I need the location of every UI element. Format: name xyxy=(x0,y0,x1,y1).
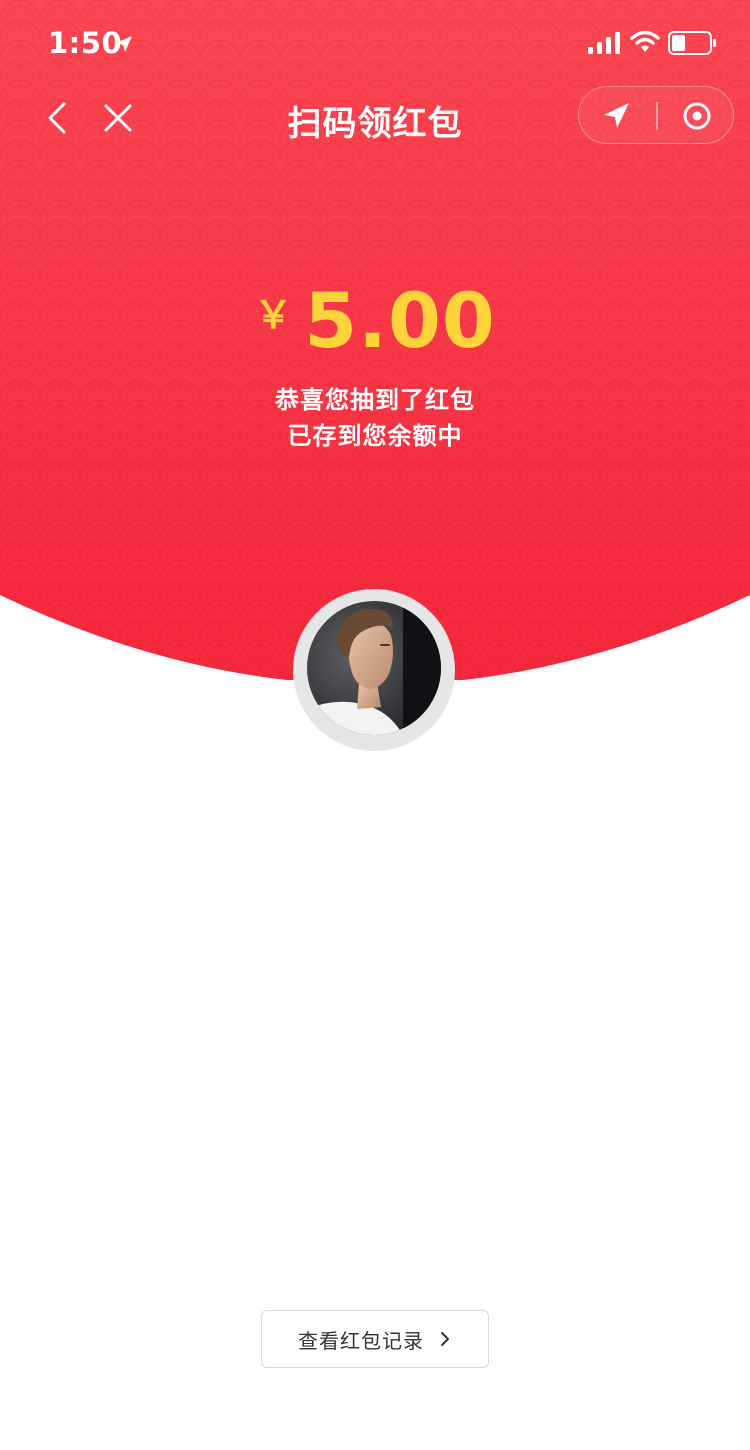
battery-icon xyxy=(668,31,716,55)
location-arrow-icon[interactable] xyxy=(601,100,633,132)
view-records-label: 查看红包记录 xyxy=(298,1328,424,1353)
currency-symbol: ￥ xyxy=(254,293,293,337)
status-time: 1:50 xyxy=(48,26,123,60)
location-arrow-icon xyxy=(116,36,132,52)
mini-program-capsule xyxy=(578,86,734,144)
avatar xyxy=(293,589,455,751)
target-icon[interactable] xyxy=(681,100,713,132)
amount-display: ￥ 5.00 xyxy=(0,276,750,365)
avatar-photo xyxy=(307,601,441,735)
wifi-icon xyxy=(630,30,660,52)
view-records-button[interactable]: 查看红包记录 xyxy=(261,1310,489,1368)
status-bar: 1:50 xyxy=(0,0,750,88)
congrats-message: 恭喜您抽到了红包 xyxy=(275,386,475,414)
amount-value: 5.00 xyxy=(304,276,496,365)
cellular-signal-icon xyxy=(588,32,620,54)
balance-message: 已存到您余额中 xyxy=(287,422,463,450)
capsule-divider xyxy=(656,102,658,130)
chevron-right-icon xyxy=(441,1332,449,1346)
